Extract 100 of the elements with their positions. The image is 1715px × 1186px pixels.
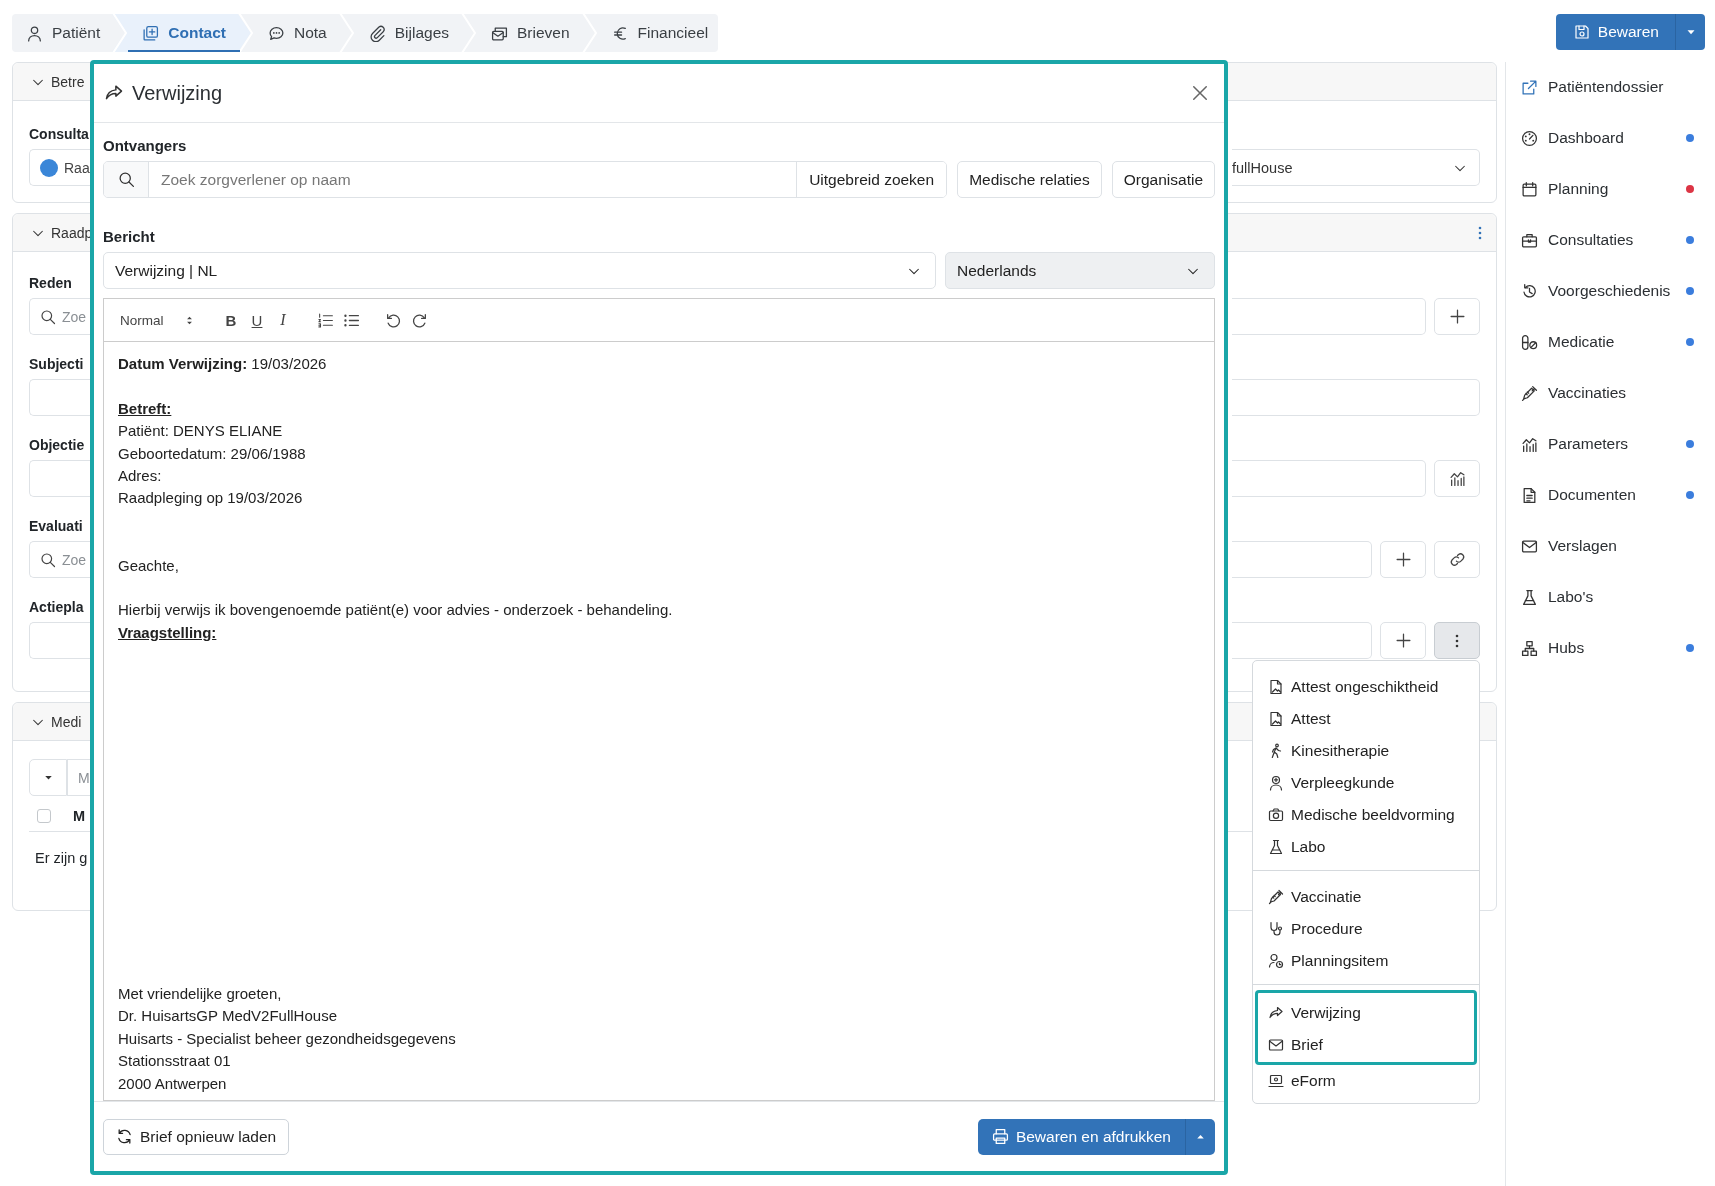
column-header: M [73,808,86,824]
save-icon [1573,24,1590,40]
person-clock-icon [1268,953,1284,969]
dropdown-toggle[interactable] [1675,14,1705,50]
nav-item[interactable]: Hubs [1506,622,1706,674]
tab[interactable]: Financieel [597,14,719,52]
text-field[interactable] [1232,460,1426,497]
format-button[interactable]: I [270,308,296,332]
tab[interactable]: Bijlages [354,14,461,52]
more-button[interactable] [1434,622,1480,659]
filter-button[interactable]: Organisatie [1111,161,1215,198]
menu-item[interactable]: Attest ongeschiktheid [1253,671,1479,703]
menu-item[interactable]: Labo [1253,831,1479,863]
plus-button[interactable] [1380,622,1426,659]
letter-text: Hierbij verwijs ik bovengenoemde patiënt(e) voor advies - onderzoek - behandeling. [118,600,674,621]
letter-text: Stationsstraat 01 [118,1051,232,1072]
menu-item[interactable]: Attest [1253,703,1479,735]
plus-button[interactable] [1434,298,1480,335]
search-icon [40,308,56,325]
field-label: Actiepla [29,598,85,617]
nav-item[interactable]: Consultaties [1506,214,1706,266]
reload-button[interactable]: Brief opnieuw laden [103,1118,290,1155]
menu-item[interactable]: eForm [1253,1065,1479,1097]
flask-icon [1521,588,1538,606]
nav-item[interactable]: Labo's [1506,571,1706,623]
language-select[interactable]: Nederlands [945,252,1215,289]
nurse-icon [1268,775,1284,791]
empty-message: Er zijn g [34,849,89,868]
letter-text: Huisarts - Specialist beheer gezondheidsgegevens [118,1028,457,1049]
plus-icon [1394,632,1412,649]
tab[interactable]: Nota [253,14,339,52]
avatar-circle [40,158,58,177]
external-link-icon [1521,78,1538,96]
letter-text: 2000 Antwerpen [118,1073,228,1094]
nav-item[interactable]: Patiëntendossier [1506,61,1706,113]
history-icon [1521,282,1538,300]
plus-icon [1448,308,1466,325]
nav-item[interactable]: Dashboard [1506,112,1706,164]
network-icon [1521,639,1538,657]
dialog-title: Verwijzing [132,81,224,105]
search-field[interactable] [1232,541,1372,578]
tab[interactable]: Brieven [477,14,582,52]
select-field[interactable]: fullHouse [1232,149,1480,186]
document-icon [1521,486,1538,504]
plus-icon [1394,551,1412,568]
save-button[interactable]: Bewaren [1555,14,1675,50]
euro-icon [611,24,629,42]
nav-item[interactable]: Vaccinaties [1506,367,1706,419]
nav-item[interactable]: Verslagen [1506,520,1706,572]
letter-text: Patiënt: DENYS ELIANE [118,421,284,442]
letter-text: Dr. HuisartsGP MedV2FullHouse [118,1006,338,1027]
person-icon [26,24,43,42]
syringe-icon [1268,889,1284,905]
nav-item[interactable]: Documenten [1506,469,1706,521]
menu-item[interactable]: Brief [1258,1029,1474,1061]
document-icon [1268,679,1284,695]
text-field[interactable] [1232,622,1372,659]
field-label: Consulta [29,125,90,144]
checkbox[interactable] [37,809,51,823]
chart-button[interactable] [1434,460,1480,497]
dropdown-toggle[interactable] [1185,1118,1215,1155]
chart-icon [1448,470,1466,487]
search-field[interactable] [1232,298,1426,335]
menu-item[interactable]: Vaccinatie [1253,881,1479,913]
menu-item[interactable]: Kinesitherapie [1253,735,1479,767]
field-label: Ontvangers [103,136,188,156]
print-button[interactable]: Bewaren en afdrukken [977,1118,1185,1155]
plus-button[interactable] [1380,541,1426,578]
nav-item[interactable]: Voorgeschiedenis [1506,265,1706,317]
format-button[interactable]: B [218,308,244,332]
nav-item[interactable]: Parameters [1506,418,1706,470]
menu-item[interactable]: Medische beeldvorming [1253,799,1479,831]
menu-item[interactable]: Verwijzing [1258,997,1474,1029]
menu-item[interactable]: Verpleegkunde [1253,767,1479,799]
format-select[interactable]: Normal [114,312,202,328]
letter-text: Geachte, [118,555,180,576]
menu-item[interactable]: Procedure [1253,913,1479,945]
search-button[interactable]: Uitgebreid zoeken [796,162,947,197]
filter-button[interactable]: Medische relaties [957,161,1102,198]
text-field[interactable] [1232,379,1480,416]
search-icon [40,551,56,568]
letter-heading: Vraagstelling: [118,622,218,643]
syringe-icon [1521,384,1538,402]
format-button[interactable]: U [244,308,270,332]
nav-item[interactable]: Planning [1506,163,1706,215]
nav-item[interactable]: Medicatie [1506,316,1706,368]
link-button[interactable] [1434,541,1480,578]
paperclip-icon [368,24,386,42]
search-field[interactable]: Zoek zorgverlener op naam Uitgebreid zoeken [103,161,948,198]
field-label: Objectie [29,436,86,455]
pills-icon [1521,333,1538,351]
menu-item[interactable]: Planningsitem [1253,945,1479,977]
letter-text: Datum Verwijzing: 19/03/2026 [118,354,328,374]
share-icon [1268,1005,1284,1021]
section-title: Medi [51,713,82,730]
template-select[interactable]: Verwijzing | NL [103,252,936,289]
search-icon [117,171,135,188]
envelope-icon [1268,1037,1284,1053]
briefcase-icon [1521,231,1538,249]
undo-icon [384,311,402,329]
